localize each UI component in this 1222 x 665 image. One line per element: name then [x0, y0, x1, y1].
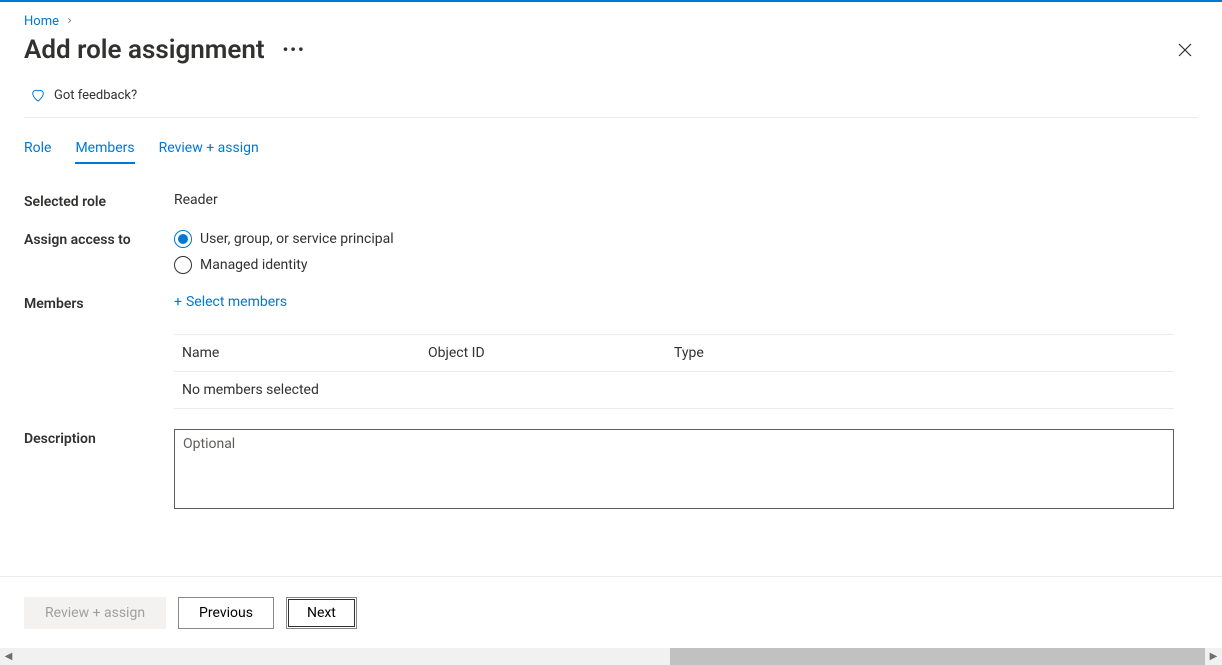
members-empty-text: No members selected — [182, 382, 319, 398]
selected-role-value: Reader — [174, 192, 1198, 208]
tab-role[interactable]: Role — [24, 140, 51, 164]
scroll-thumb[interactable] — [670, 648, 1205, 665]
tabs: Role Members Review + assign — [24, 140, 1198, 164]
page-title: Add role assignment ••• — [24, 35, 310, 65]
tab-review-assign[interactable]: Review + assign — [159, 140, 259, 164]
selected-role-label: Selected role — [24, 192, 174, 210]
radio-user-group-sp-label: User, group, or service principal — [200, 231, 394, 247]
select-members-link[interactable]: + Select members — [174, 294, 287, 310]
page-title-text: Add role assignment — [24, 35, 265, 65]
horizontal-scrollbar[interactable]: ◀ ▶ — [0, 648, 1222, 665]
plus-icon: + — [174, 295, 182, 309]
tab-members[interactable]: Members — [75, 140, 134, 164]
feedback-label: Got feedback? — [54, 88, 137, 103]
scroll-left-icon[interactable]: ◀ — [0, 648, 17, 665]
radio-managed-identity-label: Managed identity — [200, 257, 307, 273]
scroll-right-icon[interactable]: ▶ — [1205, 648, 1222, 665]
col-header-name: Name — [182, 345, 428, 361]
footer-bar: Review + assign Previous Next — [0, 576, 1222, 648]
col-header-object-id: Object ID — [428, 345, 674, 361]
breadcrumb: Home — [24, 2, 1198, 29]
radio-icon — [174, 256, 192, 274]
col-header-type: Type — [674, 345, 1166, 361]
assign-access-radio-group: User, group, or service principal Manage… — [174, 230, 1198, 274]
feedback-link[interactable]: Got feedback? — [24, 65, 1198, 118]
chevron-right-icon — [65, 14, 74, 29]
members-table: Name Object ID Type No members selected — [174, 334, 1174, 409]
field-assign-access: Assign access to User, group, or service… — [24, 230, 1198, 274]
members-empty-row: No members selected — [174, 371, 1174, 408]
content-area: Home Add role assignment ••• Got feed — [0, 2, 1222, 648]
scroll-track[interactable] — [17, 648, 1205, 665]
next-button[interactable]: Next — [286, 597, 357, 629]
review-assign-button: Review + assign — [24, 597, 166, 629]
field-selected-role: Selected role Reader — [24, 192, 1198, 210]
close-button[interactable] — [1172, 37, 1198, 63]
field-description: Description — [24, 429, 1198, 513]
field-members: Members + Select members Name Object ID … — [24, 294, 1198, 409]
breadcrumb-home-link[interactable]: Home — [24, 14, 59, 29]
form-area: Selected role Reader Assign access to Us… — [24, 192, 1198, 633]
select-members-label: Select members — [186, 294, 287, 310]
assign-access-label: Assign access to — [24, 230, 174, 248]
viewport: Home Add role assignment ••• Got feed — [0, 0, 1222, 665]
scroll-area[interactable]: Home Add role assignment ••• Got feed — [0, 2, 1222, 648]
previous-button[interactable]: Previous — [178, 597, 274, 629]
description-label: Description — [24, 429, 174, 447]
description-input[interactable] — [174, 429, 1174, 509]
radio-icon — [174, 230, 192, 248]
members-table-header: Name Object ID Type — [174, 335, 1174, 371]
radio-managed-identity[interactable]: Managed identity — [174, 256, 1198, 274]
radio-user-group-sp[interactable]: User, group, or service principal — [174, 230, 1198, 248]
more-actions-button[interactable]: ••• — [279, 38, 310, 62]
page-header: Add role assignment ••• — [24, 35, 1198, 65]
heart-icon — [30, 87, 46, 103]
members-label: Members — [24, 294, 174, 312]
